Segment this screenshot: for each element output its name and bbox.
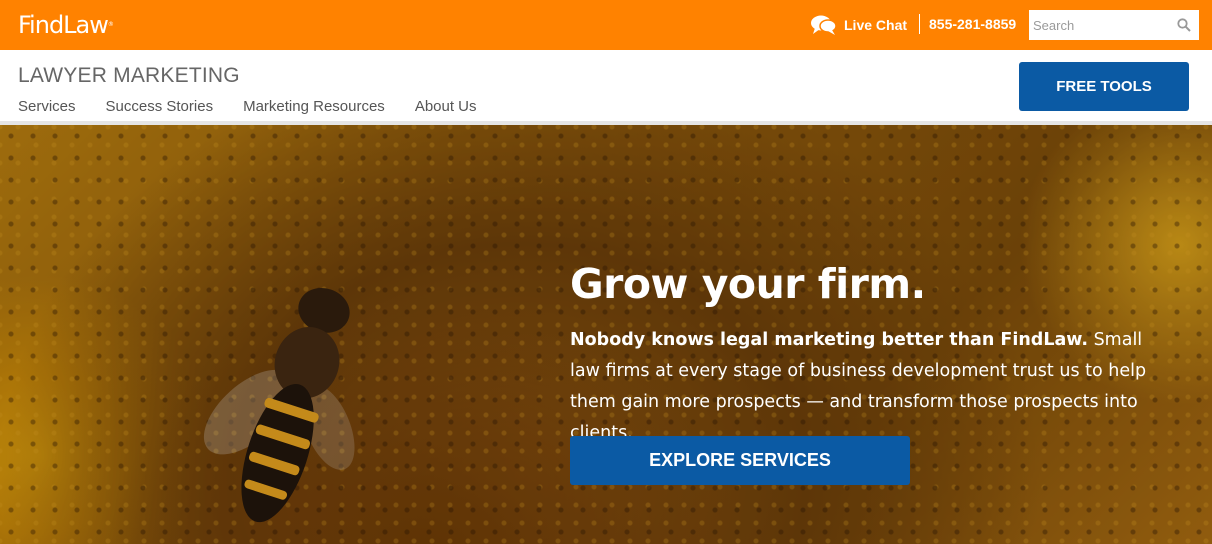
findlaw-logo[interactable]: FindLaw® [18,11,114,39]
live-chat-link[interactable]: Live Chat [810,14,907,36]
search-icon[interactable] [1177,18,1191,32]
main-nav: Services Success Stories Marketing Resou… [18,98,507,115]
hero-banner: Grow your firm. Nobody knows legal marke… [0,125,1212,544]
hero-title: Grow your firm. [570,260,926,308]
hero-description: Nobody knows legal marketing better than… [570,325,1160,449]
nav-item-marketing-resources[interactable]: Marketing Resources [243,98,385,115]
search-input[interactable] [1031,14,1171,36]
chat-bubbles-icon [811,15,837,35]
phone-number[interactable]: 855-281-8859 [929,16,1016,32]
search-box[interactable] [1029,10,1199,40]
sub-header: LAWYER MARKETING Services Success Storie… [0,50,1212,121]
top-bar: FindLaw® Live Chat 855-281-8859 [0,0,1212,50]
explore-services-button[interactable]: EXPLORE SERVICES [570,436,910,485]
live-chat-label: Live Chat [844,17,908,33]
section-title[interactable]: LAWYER MARKETING [18,64,240,88]
nav-item-success-stories[interactable]: Success Stories [106,98,214,115]
hero-lead-bold: Nobody knows legal marketing better than… [570,330,1088,350]
bee-image [203,287,355,523]
nav-item-services[interactable]: Services [18,98,76,115]
header-divider [919,14,920,34]
free-tools-button[interactable]: FREE TOOLS [1019,62,1189,111]
nav-item-about-us[interactable]: About Us [415,98,477,115]
